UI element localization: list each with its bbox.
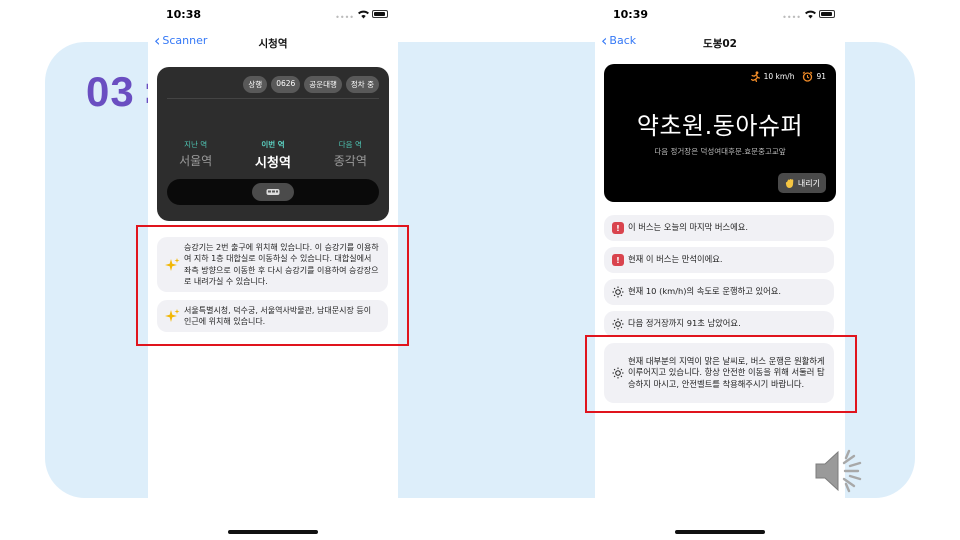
signal-icon: •••• xyxy=(335,13,354,22)
signal-icon: •••• xyxy=(782,13,801,22)
destination-chip: 공운대행 xyxy=(304,76,342,93)
status-chip: 정차 중 xyxy=(345,76,379,93)
current-station: 이번 역 시청역 xyxy=(238,139,308,171)
bus-meta: 10 km/h 91 xyxy=(750,71,826,82)
prev-station: 지난 역 서울역 xyxy=(161,139,231,171)
prev-station-label: 지난 역 xyxy=(184,140,208,149)
bus-screen: 10:39 •••• ‹ Back 도봉02 10 km/h 91 약초원.동아슈… xyxy=(595,0,845,540)
current-station-label: 이번 역 xyxy=(261,140,285,149)
battery-icon xyxy=(372,10,388,18)
notice-card: 현재 10 (km/h)의 속도로 운행하고 있어요. xyxy=(604,279,834,305)
home-indicator xyxy=(228,530,318,534)
highlight-box-right xyxy=(585,335,857,413)
alarm-clock-icon xyxy=(803,71,813,82)
next-station-label: 다음 역 xyxy=(338,140,362,149)
status-bar: 10:38 •••• xyxy=(148,0,398,30)
nav-bar: ‹ Back 도봉02 xyxy=(595,30,845,56)
train-icon xyxy=(266,188,280,195)
wifi-icon xyxy=(358,10,369,19)
status-time: 10:38 xyxy=(166,8,202,21)
page-title: 도봉02 xyxy=(703,38,737,50)
train-position-marker xyxy=(252,183,294,201)
metro-display: 상행 0626 공운대행 정차 중 지난 역 서울역 이번 역 시청역 다음 역… xyxy=(157,67,389,221)
battery-icon xyxy=(819,10,835,18)
next-station: 다음 역 종각역 xyxy=(315,139,385,171)
waving-hand-icon xyxy=(785,178,794,188)
notice-card: ! 이 버스는 오늘의 마지막 버스에요. xyxy=(604,215,834,241)
train-info-chips: 상행 0626 공운대행 정차 중 xyxy=(243,76,379,93)
running-icon xyxy=(750,71,760,82)
notice-card: 다음 정거장까지 91초 남았어요. xyxy=(604,311,834,337)
get-off-button[interactable]: 내리기 xyxy=(777,173,826,193)
next-station-name: 종각역 xyxy=(333,154,367,168)
home-indicator xyxy=(675,530,765,534)
bus-display: 10 km/h 91 약초원.동아슈퍼 다음 정거장은 덕성여대후문.효문중고교… xyxy=(604,64,836,202)
divider xyxy=(167,98,379,99)
speed-indicator: 10 km/h xyxy=(750,71,795,82)
speed-value: 10 km/h xyxy=(763,72,795,81)
notice-text: 다음 정거장까지 91초 남았어요. xyxy=(628,318,741,329)
direction-chip: 상행 xyxy=(243,76,268,93)
train-number-chip: 0626 xyxy=(271,76,301,93)
notice-text: 이 버스는 오늘의 마지막 버스에요. xyxy=(628,222,749,233)
alert-icon: ! xyxy=(612,222,624,234)
current-stop-name: 약초원.동아슈퍼 xyxy=(636,112,804,140)
train-progress-bar xyxy=(167,179,379,205)
page-title: 시청역 xyxy=(258,38,288,50)
highlight-box-left xyxy=(136,225,409,346)
timer-value: 91 xyxy=(816,72,826,81)
alert-icon: ! xyxy=(612,254,624,266)
station-row: 지난 역 서울역 이번 역 시청역 다음 역 종각역 xyxy=(157,139,389,171)
next-stop-text: 다음 정거장은 덕성여대후문.효문중고교앞 xyxy=(654,147,786,156)
notice-text: 현재 10 (km/h)의 속도로 운행하고 있어요. xyxy=(628,286,782,297)
status-bar: 10:39 •••• xyxy=(595,0,845,30)
status-time: 10:39 xyxy=(613,8,649,21)
current-station-name: 시청역 xyxy=(255,156,291,171)
timer-indicator: 91 xyxy=(802,71,826,82)
notice-text: 현재 이 버스는 만석이에요. xyxy=(628,254,723,265)
get-off-label: 내리기 xyxy=(797,178,820,188)
speaker-icon[interactable] xyxy=(812,446,864,496)
notice-card: ! 현재 이 버스는 만석이에요. xyxy=(604,247,834,273)
wifi-icon xyxy=(805,10,816,19)
sun-icon xyxy=(612,318,624,330)
nav-bar: ‹ Scanner 시청역 xyxy=(148,30,398,56)
sun-icon xyxy=(612,286,624,298)
prev-station-name: 서울역 xyxy=(179,154,213,168)
section-number: 03 xyxy=(86,68,135,115)
